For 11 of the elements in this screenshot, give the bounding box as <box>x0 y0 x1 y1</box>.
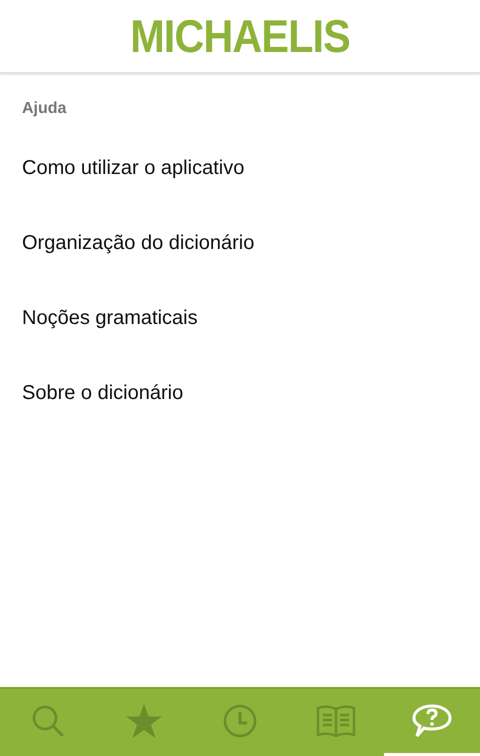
menu-item[interactable]: Organização do dicionário <box>22 231 480 306</box>
menu-item[interactable]: Sobre o dicionário <box>22 381 480 456</box>
logo: MICHAELIS <box>130 9 350 63</box>
menu-item[interactable]: Como utilizar o aplicativo <box>22 156 480 231</box>
search-icon <box>31 704 65 738</box>
star-icon <box>125 703 163 739</box>
book-icon <box>316 705 356 737</box>
clock-icon <box>223 704 257 738</box>
help-bubble-icon <box>411 703 453 739</box>
menu-item[interactable]: Noções gramaticais <box>22 306 480 381</box>
section-title: Ajuda <box>22 100 68 118</box>
